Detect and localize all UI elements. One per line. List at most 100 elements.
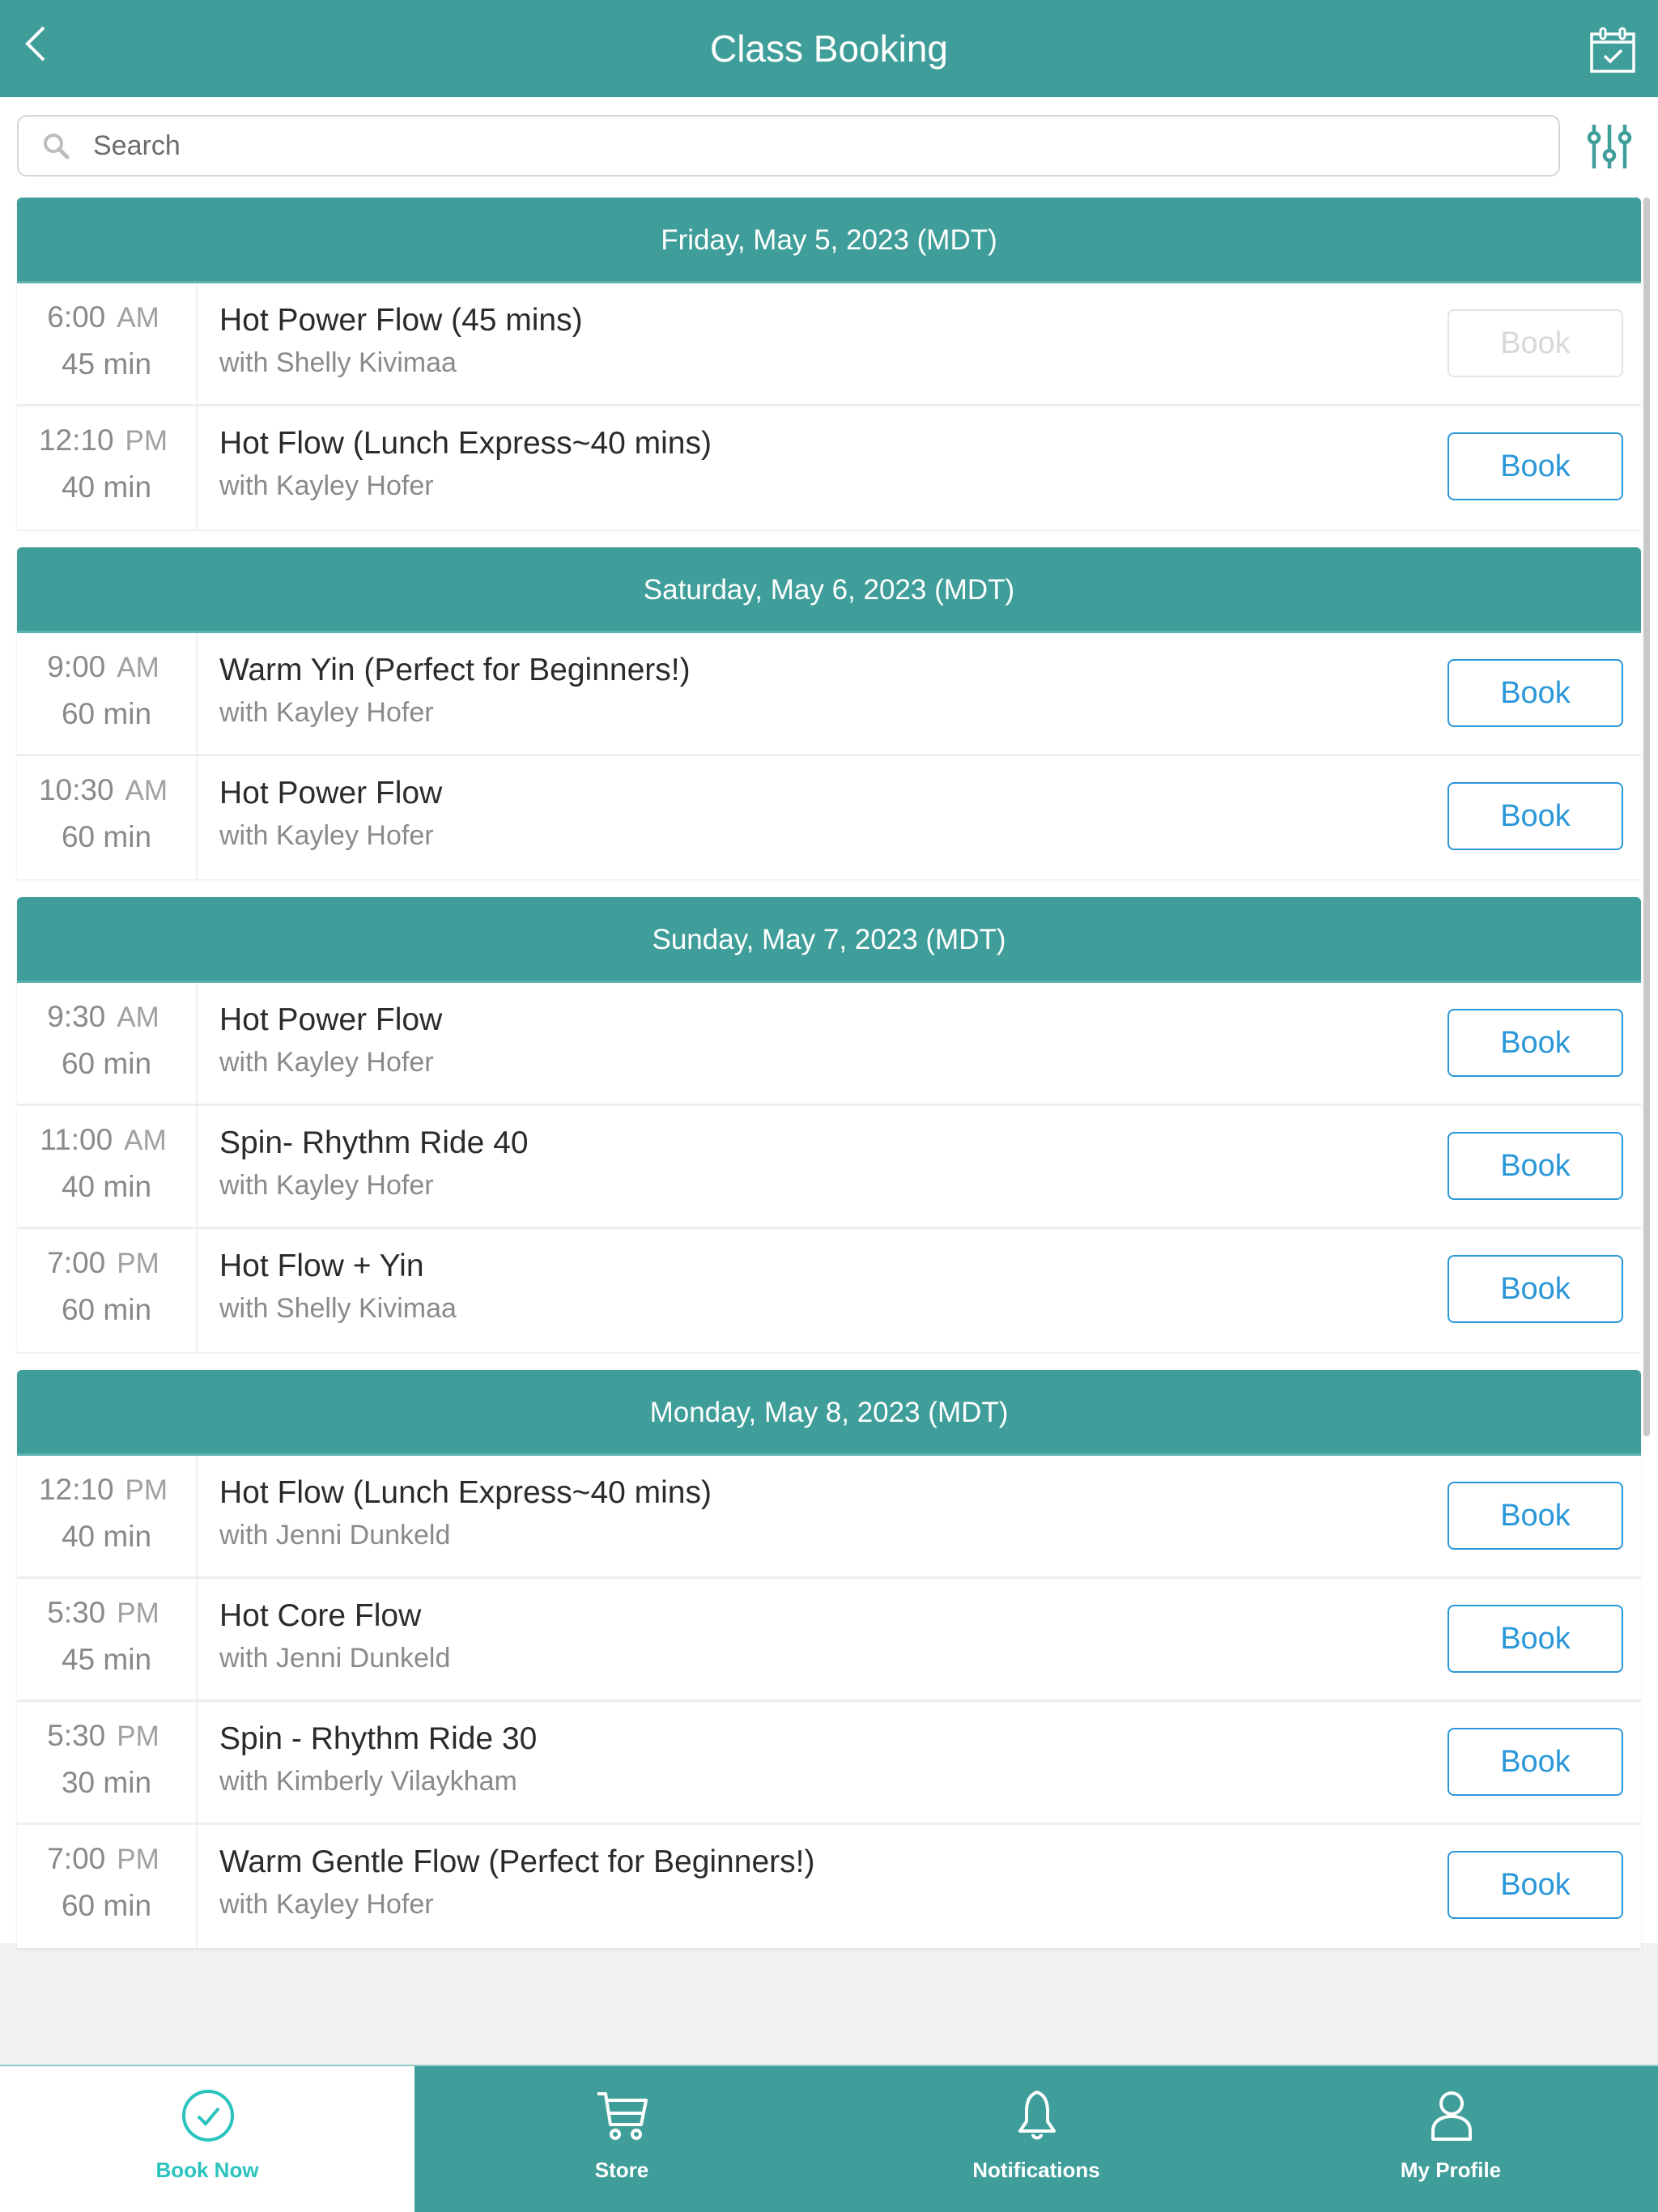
class-name: Hot Flow + Yin bbox=[219, 1249, 424, 1283]
tab-label: My Profile bbox=[1400, 2158, 1502, 2182]
search-field[interactable] bbox=[17, 115, 1560, 177]
class-row[interactable]: 10:30 AM 60 min Hot Power Flow with Kayle… bbox=[17, 756, 1641, 879]
class-name: Spin- Rhythm Ride 40 bbox=[219, 1125, 529, 1160]
class-row[interactable]: 5:30 PM 45 min Hot Core Flow with Jenni D… bbox=[17, 1579, 1641, 1702]
day-section: Sunday, May 7, 2023 (MDT) 9:30 AM 60 min … bbox=[17, 897, 1641, 1352]
user-icon bbox=[1431, 2091, 1472, 2141]
tab-store[interactable]: Store bbox=[414, 2066, 829, 2212]
instructor: with Jenni Dunkeld bbox=[219, 1643, 451, 1674]
start-time: 9:00 AM bbox=[17, 649, 189, 686]
time-value: 9:30 bbox=[47, 1000, 106, 1033]
duration: 30 min bbox=[61, 1766, 152, 1799]
instructor: with Kayley Hofer bbox=[219, 470, 434, 501]
start-time: 7:00 PM bbox=[17, 1245, 189, 1282]
instructor: with Shelly Kivimaa bbox=[219, 1293, 457, 1324]
class-list-scroll-area[interactable]: Friday, May 5, 2023 (MDT) 6:00 AM 45 min … bbox=[0, 97, 1658, 1948]
scrollbar[interactable] bbox=[1643, 198, 1650, 1436]
class-row[interactable]: 11:00 AM 40 min Spin- Rhythm Ride 40 with… bbox=[17, 1106, 1641, 1229]
time-column: 9:30 AM 60 min bbox=[17, 983, 198, 1104]
class-info: Warm Yin (Perfect for Beginners!) with K… bbox=[219, 651, 1431, 730]
time-value: 7:00 bbox=[47, 1842, 106, 1875]
class-info: Hot Flow + Yin with Shelly Kivimaa bbox=[219, 1247, 1431, 1326]
time-column: 5:30 PM 45 min bbox=[17, 1579, 198, 1699]
time-value: 12:10 bbox=[38, 1473, 114, 1506]
book-button[interactable]: Book bbox=[1448, 1482, 1623, 1550]
sliders-icon bbox=[1587, 125, 1632, 168]
class-name: Hot Power Flow bbox=[219, 776, 443, 810]
start-time: 6:00 AM bbox=[17, 300, 189, 336]
class-row[interactable]: 7:00 PM 60 min Hot Flow + Yin with Shelly… bbox=[17, 1229, 1641, 1352]
start-time: 10:30 AM bbox=[17, 772, 189, 809]
class-info: Hot Flow (Lunch Express~40 mins) with Ka… bbox=[219, 424, 1431, 504]
duration: 40 min bbox=[61, 470, 152, 504]
class-name: Hot Flow (Lunch Express~40 mins) bbox=[219, 1475, 712, 1510]
time-ampm: PM bbox=[125, 1474, 168, 1506]
class-row[interactable]: 12:10 PM 40 min Hot Flow (Lunch Express~4… bbox=[17, 1456, 1641, 1579]
instructor: with Kayley Hofer bbox=[219, 820, 434, 851]
book-button[interactable]: Book bbox=[1448, 782, 1623, 850]
time-column: 9:00 AM 60 min bbox=[17, 633, 198, 754]
class-info: Hot Power Flow with Kayley Hofer bbox=[219, 774, 1431, 853]
search-icon bbox=[44, 134, 70, 160]
day-header: Saturday, May 6, 2023 (MDT) bbox=[17, 547, 1641, 633]
time-value: 10:30 bbox=[38, 773, 114, 806]
duration: 60 min bbox=[61, 1293, 152, 1326]
time-ampm: PM bbox=[125, 425, 168, 457]
filter-button[interactable] bbox=[1587, 121, 1632, 172]
start-time: 7:00 PM bbox=[17, 1841, 189, 1878]
book-button[interactable]: Book bbox=[1448, 1728, 1623, 1796]
class-info: Warm Gentle Flow (Perfect for Beginners!… bbox=[219, 1843, 1431, 1922]
day-section: Friday, May 5, 2023 (MDT) 6:00 AM 45 min … bbox=[17, 198, 1641, 530]
start-time: 9:30 AM bbox=[17, 999, 189, 1036]
class-info: Spin- Rhythm Ride 40 with Kayley Hofer bbox=[219, 1124, 1431, 1203]
book-button[interactable]: Book bbox=[1448, 1851, 1623, 1919]
book-button[interactable]: Book bbox=[1448, 1132, 1623, 1200]
bottom-tab-bar: Book Now Store Notifications My Profile bbox=[0, 2065, 1658, 2212]
class-name: Warm Gentle Flow (Perfect for Beginners!… bbox=[219, 1844, 815, 1879]
book-button[interactable]: Book bbox=[1448, 659, 1623, 727]
class-name: Hot Power Flow (45 mins) bbox=[219, 303, 583, 338]
tab-notifications[interactable]: Notifications bbox=[829, 2066, 1244, 2212]
book-button[interactable]: Book bbox=[1448, 432, 1623, 500]
duration: 40 min bbox=[61, 1170, 152, 1203]
class-row[interactable]: 6:00 AM 45 min Hot Power Flow (45 mins) w… bbox=[17, 283, 1641, 406]
class-row[interactable]: 9:00 AM 60 min Warm Yin (Perfect for Begi… bbox=[17, 633, 1641, 756]
calendar-check-icon bbox=[1590, 27, 1635, 73]
day-section: Saturday, May 6, 2023 (MDT) 9:00 AM 60 mi… bbox=[17, 547, 1641, 879]
class-row[interactable]: 9:30 AM 60 min Hot Power Flow with Kayley… bbox=[17, 983, 1641, 1106]
class-row[interactable]: 7:00 PM 60 min Warm Gentle Flow (Perfect … bbox=[17, 1825, 1641, 1948]
calendar-button[interactable] bbox=[1588, 26, 1639, 74]
time-ampm: AM bbox=[125, 775, 168, 806]
book-button[interactable]: Book bbox=[1448, 309, 1623, 377]
time-ampm: PM bbox=[117, 1248, 159, 1279]
book-button[interactable]: Book bbox=[1448, 1605, 1623, 1673]
class-name: Spin - Rhythm Ride 30 bbox=[219, 1721, 538, 1756]
schedule-list: Friday, May 5, 2023 (MDT) 6:00 AM 45 min … bbox=[17, 198, 1641, 1966]
duration: 60 min bbox=[61, 1889, 152, 1922]
time-value: 12:10 bbox=[38, 423, 114, 457]
book-button[interactable]: Book bbox=[1448, 1255, 1623, 1323]
time-column: 5:30 PM 30 min bbox=[17, 1702, 198, 1823]
time-ampm: AM bbox=[117, 1002, 159, 1033]
search-row bbox=[0, 97, 1658, 189]
search-input[interactable] bbox=[93, 121, 1534, 170]
start-time: 12:10 PM bbox=[17, 423, 189, 459]
class-row[interactable]: 5:30 PM 30 min Spin - Rhythm Ride 30 with… bbox=[17, 1702, 1641, 1825]
class-name: Hot Power Flow bbox=[219, 1002, 443, 1037]
tab-book-now[interactable]: Book Now bbox=[0, 2066, 414, 2212]
duration: 45 min bbox=[61, 1643, 152, 1676]
book-button[interactable]: Book bbox=[1448, 1009, 1623, 1077]
time-column: 12:10 PM 40 min bbox=[17, 406, 198, 530]
time-column: 7:00 PM 60 min bbox=[17, 1825, 198, 1948]
page-title: Class Booking bbox=[709, 28, 949, 70]
duration: 60 min bbox=[61, 820, 152, 853]
time-column: 11:00 AM 40 min bbox=[17, 1106, 198, 1227]
bell-icon bbox=[1018, 2091, 1056, 2140]
start-time: 11:00 AM bbox=[17, 1122, 189, 1159]
class-info: Hot Power Flow (45 mins) with Shelly Kiv… bbox=[219, 301, 1431, 381]
check-circle-icon bbox=[182, 2090, 234, 2142]
time-value: 7:00 bbox=[47, 1246, 106, 1279]
tab-my-profile[interactable]: My Profile bbox=[1244, 2066, 1658, 2212]
class-row[interactable]: 12:10 PM 40 min Hot Flow (Lunch Express~4… bbox=[17, 406, 1641, 530]
instructor: with Kayley Hofer bbox=[219, 1889, 434, 1920]
